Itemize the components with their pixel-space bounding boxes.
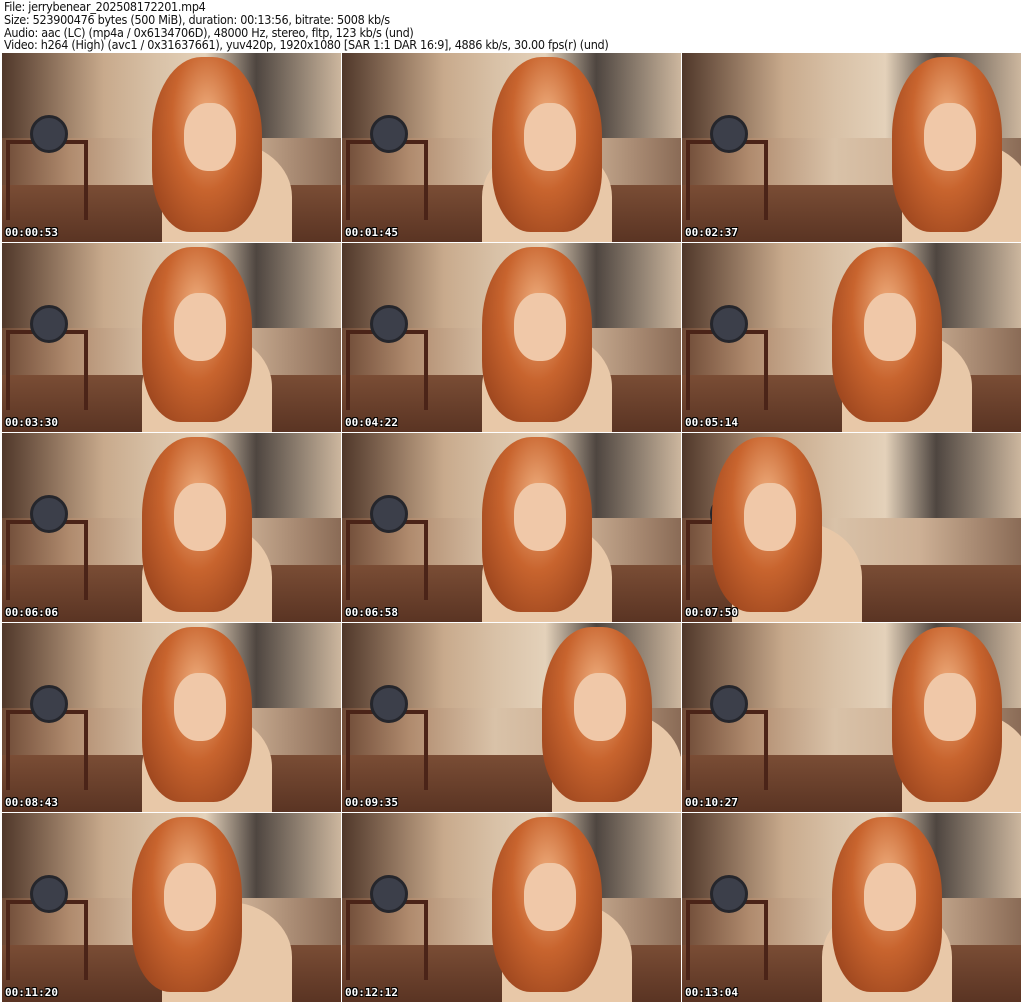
video-thumbnail: 00:04:22	[342, 243, 681, 432]
video-thumbnail: 00:06:06	[2, 433, 341, 622]
thumbnail-timestamp: 00:08:43	[5, 796, 58, 809]
thumbnail-timestamp: 00:03:30	[5, 416, 58, 429]
video-thumbnail: 00:13:04	[682, 813, 1021, 1002]
video-thumbnail: 00:02:37	[682, 53, 1021, 242]
thumbnail-timestamp: 00:07:50	[685, 606, 738, 619]
video-thumbnail: 00:08:43	[2, 623, 341, 812]
thumbnail-timestamp: 00:11:20	[5, 986, 58, 999]
thumbnail-timestamp: 00:04:22	[345, 416, 398, 429]
thumbnail-timestamp: 00:02:37	[685, 226, 738, 239]
video-thumbnail: 00:10:27	[682, 623, 1021, 812]
person-face	[184, 103, 236, 171]
person-face	[524, 863, 576, 931]
video-thumbnail: 00:00:53	[2, 53, 341, 242]
video-thumbnail: 00:12:12	[342, 813, 681, 1002]
person-face	[864, 293, 916, 361]
video-thumbnail: 00:11:20	[2, 813, 341, 1002]
thumbnail-timestamp: 00:06:58	[345, 606, 398, 619]
person-face	[524, 103, 576, 171]
person-face	[514, 293, 566, 361]
person-face	[174, 483, 226, 551]
person-face	[174, 293, 226, 361]
thumbnail-timestamp: 00:12:12	[345, 986, 398, 999]
video-thumbnail: 00:01:45	[342, 53, 681, 242]
person-face	[924, 673, 976, 741]
file-info-header: File: jerrybenear_202508172201.mp4 Size:…	[4, 0, 609, 53]
person-face	[574, 673, 626, 741]
thumbnail-timestamp: 00:13:04	[685, 986, 738, 999]
video-thumbnail: 00:06:58	[342, 433, 681, 622]
thumbnail-timestamp: 00:00:53	[5, 226, 58, 239]
video-thumbnail: 00:09:35	[342, 623, 681, 812]
thumbnail-timestamp: 00:10:27	[685, 796, 738, 809]
video-thumbnail: 00:03:30	[2, 243, 341, 432]
person-face	[864, 863, 916, 931]
thumbnail-timestamp: 00:01:45	[345, 226, 398, 239]
video-info: Video: h264 (High) (avc1 / 0x31637661), …	[4, 37, 609, 53]
thumbnail-timestamp: 00:05:14	[685, 416, 738, 429]
person-face	[744, 483, 796, 551]
thumbnail-grid: 00:00:53 00:01:45 00:02:37 00:03:30 00:0…	[2, 53, 1021, 1002]
person-face	[164, 863, 216, 931]
person-face	[174, 673, 226, 741]
video-thumbnail: 00:05:14	[682, 243, 1021, 432]
thumbnail-timestamp: 00:06:06	[5, 606, 58, 619]
person-face	[924, 103, 976, 171]
person-face	[514, 483, 566, 551]
video-thumbnail: 00:07:50	[682, 433, 1021, 622]
thumbnail-timestamp: 00:09:35	[345, 796, 398, 809]
